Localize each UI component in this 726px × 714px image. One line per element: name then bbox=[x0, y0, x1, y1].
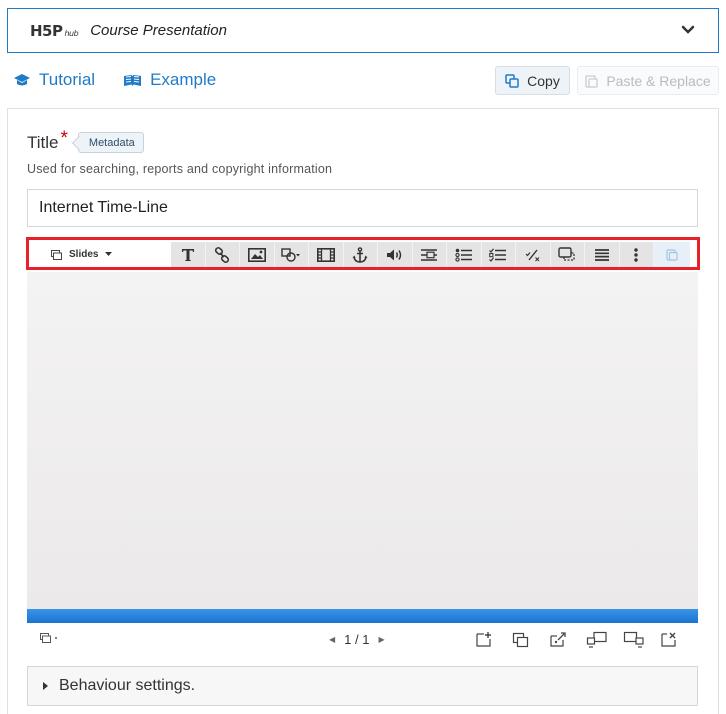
help-links: Tutorial Example bbox=[13, 70, 216, 90]
pager-separator: / bbox=[355, 632, 359, 647]
slide-options[interactable] bbox=[40, 633, 58, 643]
more-icon bbox=[634, 247, 638, 262]
behaviour-settings-toggle[interactable]: Behaviour settings. bbox=[27, 666, 698, 706]
more-tool[interactable] bbox=[620, 241, 654, 268]
copy-icon bbox=[505, 73, 519, 88]
slide-progress-bar[interactable] bbox=[27, 609, 698, 623]
dialog-cards-icon bbox=[558, 247, 575, 261]
anchor-tool[interactable] bbox=[344, 241, 378, 268]
paste-icon bbox=[585, 74, 598, 88]
true-false-icon bbox=[525, 249, 540, 261]
true-false-tool[interactable] bbox=[516, 241, 551, 268]
slide-navigation: ◀ 1 / 1 ▶ bbox=[27, 623, 698, 657]
current-slide: 1 bbox=[344, 632, 352, 647]
pager-text: 1 / 1 bbox=[344, 632, 369, 647]
example-link[interactable]: Example bbox=[123, 70, 216, 90]
paste-replace-button[interactable]: Paste & Replace bbox=[577, 66, 719, 95]
anchor-icon bbox=[352, 246, 368, 263]
move-slide-left-icon[interactable] bbox=[586, 631, 607, 649]
single-choice-icon bbox=[455, 248, 472, 262]
link-icon bbox=[215, 246, 230, 263]
toolbar-buttons bbox=[171, 241, 654, 268]
expand-triangle-icon bbox=[43, 682, 48, 690]
image-icon bbox=[247, 247, 266, 262]
text-icon bbox=[181, 248, 194, 261]
behaviour-settings-label: Behaviour settings. bbox=[59, 677, 196, 694]
fill-in-blanks-tool[interactable] bbox=[413, 241, 447, 268]
slide-canvas[interactable] bbox=[27, 272, 698, 609]
metadata-button[interactable]: Metadata bbox=[77, 132, 144, 153]
caret-down-icon bbox=[105, 252, 113, 256]
course-presentation-editor: Slides ◀ 1 / 1 ▶ bbox=[26, 237, 700, 657]
copy-label: Copy bbox=[527, 72, 560, 89]
clone-slide-icon[interactable] bbox=[512, 631, 530, 649]
slide-pager: ◀ 1 / 1 ▶ bbox=[329, 632, 385, 647]
logo-sub: hub bbox=[64, 28, 79, 38]
next-slide-icon[interactable]: ▶ bbox=[379, 635, 385, 644]
move-slide-right-icon[interactable] bbox=[623, 631, 644, 649]
tutorial-label: Tutorial bbox=[39, 70, 96, 89]
dialog-cards-tool[interactable] bbox=[551, 241, 585, 268]
slide-background-icon[interactable] bbox=[549, 631, 567, 649]
example-label: Example bbox=[150, 70, 217, 89]
paste-slide-tool[interactable] bbox=[654, 241, 690, 268]
text-tool[interactable] bbox=[171, 241, 206, 268]
title-label: Title bbox=[27, 132, 59, 152]
editor-toolbar: Slides bbox=[26, 237, 700, 272]
hub-header[interactable]: H5P hub Course Presentation bbox=[7, 8, 719, 53]
graduation-cap-icon bbox=[14, 74, 30, 86]
content-type-title: Course Presentation bbox=[90, 22, 227, 39]
summary-icon bbox=[594, 248, 609, 261]
tutorial-link[interactable]: Tutorial bbox=[13, 70, 95, 90]
editor-form: Title * Metadata Used for searching, rep… bbox=[7, 108, 719, 714]
paste-replace-label: Paste & Replace bbox=[606, 72, 711, 89]
paste-icon bbox=[666, 249, 678, 261]
book-icon bbox=[124, 75, 142, 86]
title-input[interactable]: Internet Time-Line bbox=[27, 189, 698, 227]
audio-icon bbox=[386, 249, 401, 260]
image-tool[interactable] bbox=[240, 241, 275, 268]
single-choice-tool[interactable] bbox=[447, 241, 482, 268]
h5p-hub-logo: H5P hub bbox=[30, 21, 79, 40]
slides-icon bbox=[40, 633, 51, 643]
slides-icon bbox=[51, 249, 62, 260]
link-tool[interactable] bbox=[206, 241, 240, 268]
chevron-down-icon[interactable] bbox=[680, 22, 696, 38]
caret-icon bbox=[55, 637, 57, 639]
summary-tool[interactable] bbox=[585, 241, 620, 268]
add-slide-icon[interactable] bbox=[475, 631, 493, 649]
multiple-choice-tool[interactable] bbox=[482, 241, 516, 268]
prev-slide-icon[interactable]: ◀ bbox=[329, 635, 335, 644]
multiple-choice-icon bbox=[489, 247, 507, 262]
copy-button[interactable]: Copy bbox=[495, 66, 570, 95]
shapes-icon bbox=[281, 247, 301, 262]
video-tool[interactable] bbox=[309, 241, 344, 268]
audio-tool[interactable] bbox=[378, 241, 413, 268]
delete-slide-icon[interactable] bbox=[660, 631, 678, 649]
slides-dropdown-label: Slides bbox=[69, 249, 99, 260]
title-field-label: Title * Metadata bbox=[27, 128, 144, 153]
shapes-tool[interactable] bbox=[275, 241, 309, 268]
fill-in-blanks-icon bbox=[421, 248, 438, 261]
slide-actions bbox=[475, 631, 678, 649]
slides-dropdown[interactable]: Slides bbox=[27, 242, 171, 268]
video-icon bbox=[316, 247, 335, 262]
title-description: Used for searching, reports and copyrigh… bbox=[27, 162, 333, 176]
required-indicator: * bbox=[60, 127, 68, 149]
logo-main: H5P bbox=[30, 21, 63, 40]
total-slides: 1 bbox=[362, 632, 370, 647]
